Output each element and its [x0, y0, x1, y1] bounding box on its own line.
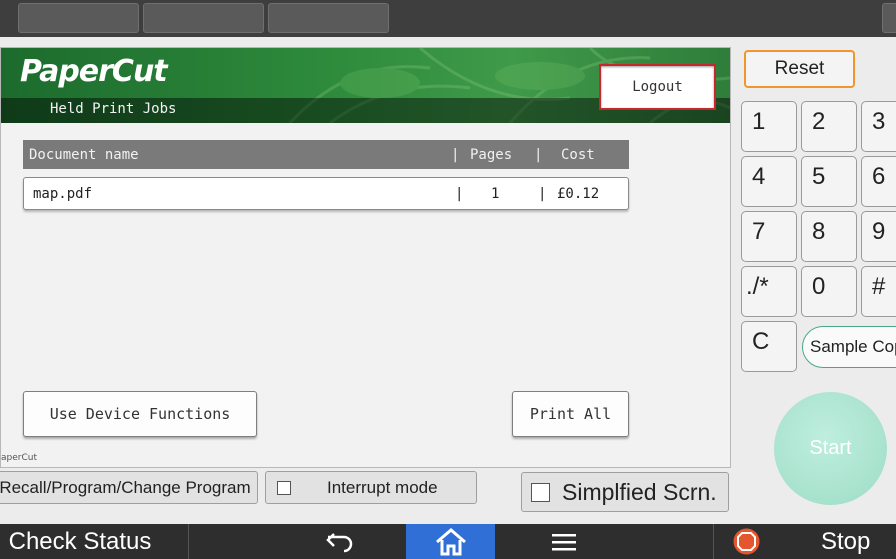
logout-button[interactable]: Logout: [599, 64, 716, 110]
simplified-screen-label: Simplfied Scrn.: [562, 478, 717, 505]
checkbox-icon: [531, 482, 550, 502]
keypad-key-1[interactable]: 1: [741, 101, 797, 152]
divider: [188, 524, 189, 559]
keypad-key-dot-star[interactable]: ./*: [741, 266, 797, 317]
job-cost: £0.12: [557, 185, 600, 202]
keypad-key-3[interactable]: 3: [861, 101, 896, 152]
top-bar-slot[interactable]: [882, 3, 896, 33]
back-button[interactable]: [300, 524, 380, 559]
keypad-key-7[interactable]: 7: [741, 211, 797, 262]
top-bar-slot[interactable]: [268, 3, 389, 33]
back-arrow-icon: [326, 532, 353, 552]
top-status-bar: [0, 0, 896, 37]
sample-copy-button[interactable]: Sample Copy: [802, 326, 896, 368]
keypad-key-2[interactable]: 2: [801, 101, 857, 152]
column-header-document-name: Document name: [29, 146, 139, 163]
column-separator: |: [451, 146, 460, 163]
checkbox-icon: [277, 480, 291, 495]
column-separator: |: [455, 185, 464, 202]
keypad-key-9[interactable]: 9: [861, 211, 896, 262]
check-status-button[interactable]: Check Status: [0, 524, 160, 559]
reset-button[interactable]: Reset: [744, 50, 855, 88]
column-separator: |: [534, 146, 543, 163]
bottom-navigation-bar: Check Status Stop: [0, 524, 896, 559]
job-document-name: map.pdf: [33, 185, 93, 202]
keypad-key-hash[interactable]: #: [861, 266, 896, 317]
job-pages: 1: [491, 185, 500, 202]
recall-program-button[interactable]: Recall/Program/Change Program: [0, 471, 258, 504]
print-all-button[interactable]: Print All: [512, 391, 629, 437]
papercut-footer-label: aperCut: [1, 453, 37, 463]
column-header-pages: Pages: [470, 146, 513, 163]
stop-icon: [733, 528, 760, 555]
stop-button[interactable]: Stop: [720, 524, 896, 559]
menu-icon: [552, 533, 576, 550]
home-icon: [435, 527, 466, 555]
keypad-key-4[interactable]: 4: [741, 156, 797, 207]
keypad-key-clear[interactable]: C: [741, 321, 797, 372]
recall-program-label: Recall/Program/Change Program: [0, 477, 251, 497]
jobs-table-header: Document name | Pages | Cost: [23, 140, 629, 169]
simplified-screen-button[interactable]: Simplfied Scrn.: [521, 472, 729, 512]
table-row[interactable]: map.pdf | 1 | £0.12: [23, 177, 629, 210]
home-button[interactable]: [406, 524, 495, 559]
divider: [713, 524, 714, 559]
column-header-cost: Cost: [561, 146, 595, 163]
keypad-key-5[interactable]: 5: [801, 156, 857, 207]
use-device-functions-button[interactable]: Use Device Functions: [23, 391, 257, 437]
keypad-key-8[interactable]: 8: [801, 211, 857, 262]
start-button[interactable]: Start: [774, 392, 887, 505]
top-bar-slot[interactable]: [18, 3, 139, 33]
papercut-banner: PaperCut Held Print Jobs Logout: [1, 48, 730, 123]
papercut-panel: PaperCut Held Print Jobs Logout Document…: [0, 47, 731, 468]
interrupt-mode-button[interactable]: Interrupt mode: [265, 471, 477, 504]
top-bar-slot[interactable]: [143, 3, 264, 33]
stop-label: Stop: [821, 527, 871, 555]
keypad-key-6[interactable]: 6: [861, 156, 896, 207]
interrupt-mode-label: Interrupt mode: [327, 477, 438, 497]
page-title: Held Print Jobs: [50, 101, 177, 117]
papercut-logo: PaperCut: [20, 54, 168, 89]
keypad-key-0[interactable]: 0: [801, 266, 857, 317]
column-separator: |: [538, 185, 547, 202]
menu-button[interactable]: [524, 524, 604, 559]
